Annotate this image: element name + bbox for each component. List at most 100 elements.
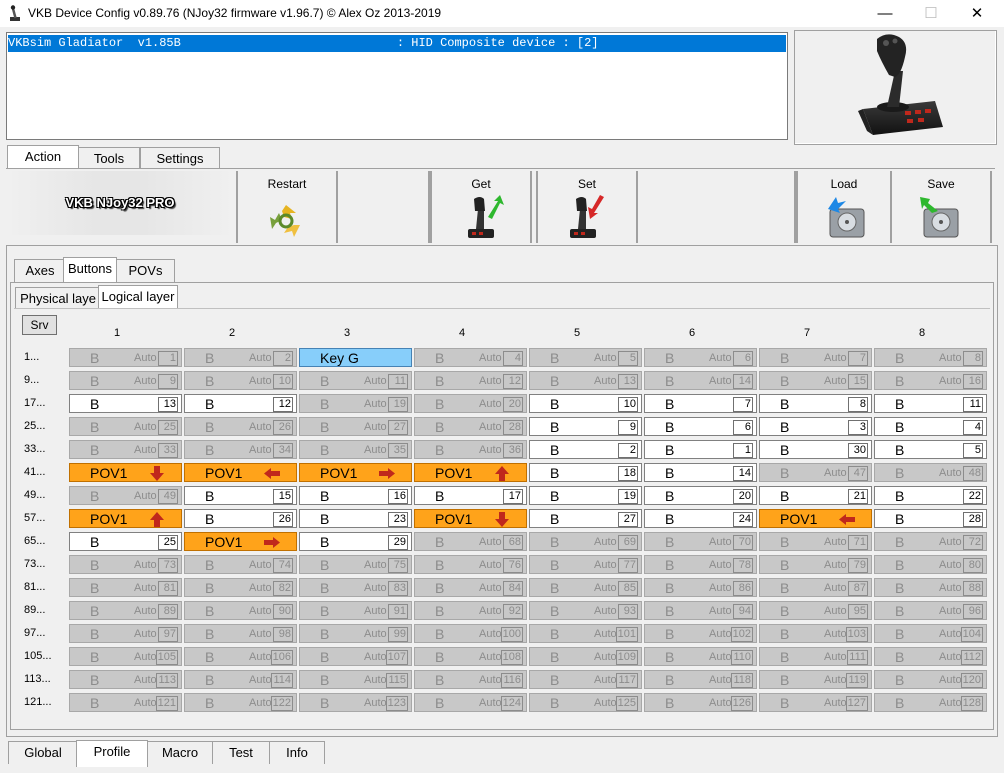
button-cell[interactable]: B Auto 120 [874, 670, 987, 689]
button-cell[interactable]: B Auto 5 [529, 348, 642, 367]
button-cell[interactable]: B 23 [299, 509, 412, 528]
button-cell[interactable]: B 14 [644, 463, 757, 482]
button-cell[interactable]: B 21 [759, 486, 872, 505]
button-cell[interactable]: POV1 [414, 509, 527, 528]
button-cell[interactable]: B 18 [529, 463, 642, 482]
button-cell[interactable]: B Auto 35 [299, 440, 412, 459]
button-cell[interactable]: B7 [644, 394, 757, 413]
button-cell[interactable]: B Auto 6 [644, 348, 757, 367]
button-cell[interactable]: B 27 [529, 509, 642, 528]
button-cell[interactable]: B Auto 84 [414, 578, 527, 597]
button-cell[interactable]: B Auto 75 [299, 555, 412, 574]
button-cell[interactable]: B Auto 117 [529, 670, 642, 689]
button-cell[interactable]: B 19 [529, 486, 642, 505]
tab-global[interactable]: Global [8, 741, 78, 764]
button-cell[interactable]: B Auto 88 [874, 578, 987, 597]
tab-buttons[interactable]: Buttons [63, 257, 117, 283]
tab-povs[interactable]: POVs [116, 259, 175, 282]
tab-macro[interactable]: Macro [147, 741, 213, 764]
button-cell[interactable]: B3 [759, 417, 872, 436]
button-cell[interactable]: B Auto 93 [529, 601, 642, 620]
button-cell[interactable]: B Auto 91 [299, 601, 412, 620]
button-cell[interactable]: B Auto 19 [299, 394, 412, 413]
button-cell[interactable]: Key G [299, 348, 412, 367]
button-cell[interactable]: B Auto 122 [184, 693, 297, 712]
button-cell[interactable]: B Auto 8 [874, 348, 987, 367]
button-cell[interactable]: B Auto 27 [299, 417, 412, 436]
button-cell[interactable]: B 15 [184, 486, 297, 505]
button-cell[interactable]: B Auto 80 [874, 555, 987, 574]
button-cell[interactable]: B Auto 81 [69, 578, 182, 597]
tab-axes[interactable]: Axes [14, 259, 66, 282]
button-cell[interactable]: B4 [874, 417, 987, 436]
button-cell[interactable]: B Auto 4 [414, 348, 527, 367]
button-cell[interactable]: B Auto 113 [69, 670, 182, 689]
button-cell[interactable]: B Auto 109 [529, 647, 642, 666]
button-cell[interactable]: B 12 [184, 394, 297, 413]
button-cell[interactable]: B9 [529, 417, 642, 436]
button-cell[interactable]: B Auto 106 [184, 647, 297, 666]
button-cell[interactable]: B Auto 116 [414, 670, 527, 689]
button-cell[interactable]: B Auto 1 [69, 348, 182, 367]
save-button[interactable]: Save [890, 171, 992, 243]
maximize-button[interactable]: ☐ [908, 0, 954, 27]
tab-physical-layer[interactable]: Physical laye [15, 287, 101, 310]
button-cell[interactable]: POV1 [184, 463, 297, 482]
button-cell[interactable]: B 25 [69, 532, 182, 551]
button-cell[interactable]: B Auto 83 [299, 578, 412, 597]
button-cell[interactable]: B Auto 110 [644, 647, 757, 666]
button-cell[interactable]: B Auto 89 [69, 601, 182, 620]
button-cell[interactable]: B Auto 36 [414, 440, 527, 459]
button-cell[interactable]: B Auto 34 [184, 440, 297, 459]
tab-profile[interactable]: Profile [76, 740, 148, 767]
button-cell[interactable]: B Auto 108 [414, 647, 527, 666]
button-cell[interactable]: B Auto 101 [529, 624, 642, 643]
button-cell[interactable]: B Auto 49 [69, 486, 182, 505]
device-list[interactable]: VKBsim Gladiator v1.85B : HID Composite … [6, 32, 788, 140]
srv-button[interactable]: Srv [22, 315, 57, 335]
button-cell[interactable]: B Auto 100 [414, 624, 527, 643]
button-cell[interactable]: B1 [644, 440, 757, 459]
button-cell[interactable]: B 17 [414, 486, 527, 505]
button-cell[interactable]: B Auto 26 [184, 417, 297, 436]
button-cell[interactable]: B Auto 9 [69, 371, 182, 390]
button-cell[interactable]: B Auto 102 [644, 624, 757, 643]
minimize-button[interactable]: — [862, 0, 908, 27]
button-cell[interactable]: B 30 [759, 440, 872, 459]
button-cell[interactable]: B Auto 124 [414, 693, 527, 712]
device-list-row[interactable]: VKBsim Gladiator v1.85B : HID Composite … [8, 35, 786, 52]
button-cell[interactable]: B Auto 95 [759, 601, 872, 620]
restart-button[interactable]: Restart [236, 171, 338, 243]
button-cell[interactable]: B Auto 77 [529, 555, 642, 574]
button-cell[interactable]: B Auto 69 [529, 532, 642, 551]
button-cell[interactable]: B Auto 107 [299, 647, 412, 666]
button-cell[interactable]: B Auto 121 [69, 693, 182, 712]
button-cell[interactable]: B Auto 111 [759, 647, 872, 666]
button-cell[interactable]: B Auto 2 [184, 348, 297, 367]
tab-settings[interactable]: Settings [140, 147, 220, 170]
button-cell[interactable]: B Auto 92 [414, 601, 527, 620]
button-cell[interactable]: B Auto 85 [529, 578, 642, 597]
close-button[interactable]: ✕ [954, 0, 1000, 27]
button-cell[interactable]: B Auto 104 [874, 624, 987, 643]
button-cell[interactable]: B Auto 7 [759, 348, 872, 367]
button-cell[interactable]: B Auto 71 [759, 532, 872, 551]
button-cell[interactable]: B Auto 10 [184, 371, 297, 390]
button-cell[interactable]: B Auto 112 [874, 647, 987, 666]
button-cell[interactable]: B 10 [529, 394, 642, 413]
button-cell[interactable]: B Auto 76 [414, 555, 527, 574]
button-cell[interactable]: B Auto 96 [874, 601, 987, 620]
button-cell[interactable]: B Auto 14 [644, 371, 757, 390]
button-cell[interactable]: B 16 [299, 486, 412, 505]
button-cell[interactable]: B6 [644, 417, 757, 436]
button-cell[interactable]: B Auto 74 [184, 555, 297, 574]
button-cell[interactable]: B Auto 103 [759, 624, 872, 643]
button-cell[interactable]: B Auto 115 [299, 670, 412, 689]
button-cell[interactable]: B Auto 125 [529, 693, 642, 712]
button-cell[interactable]: B 26 [184, 509, 297, 528]
button-cell[interactable]: B Auto 82 [184, 578, 297, 597]
button-cell[interactable]: B Auto 47 [759, 463, 872, 482]
button-cell[interactable]: B Auto 12 [414, 371, 527, 390]
button-cell[interactable]: B Auto 11 [299, 371, 412, 390]
tab-info[interactable]: Info [269, 741, 325, 764]
